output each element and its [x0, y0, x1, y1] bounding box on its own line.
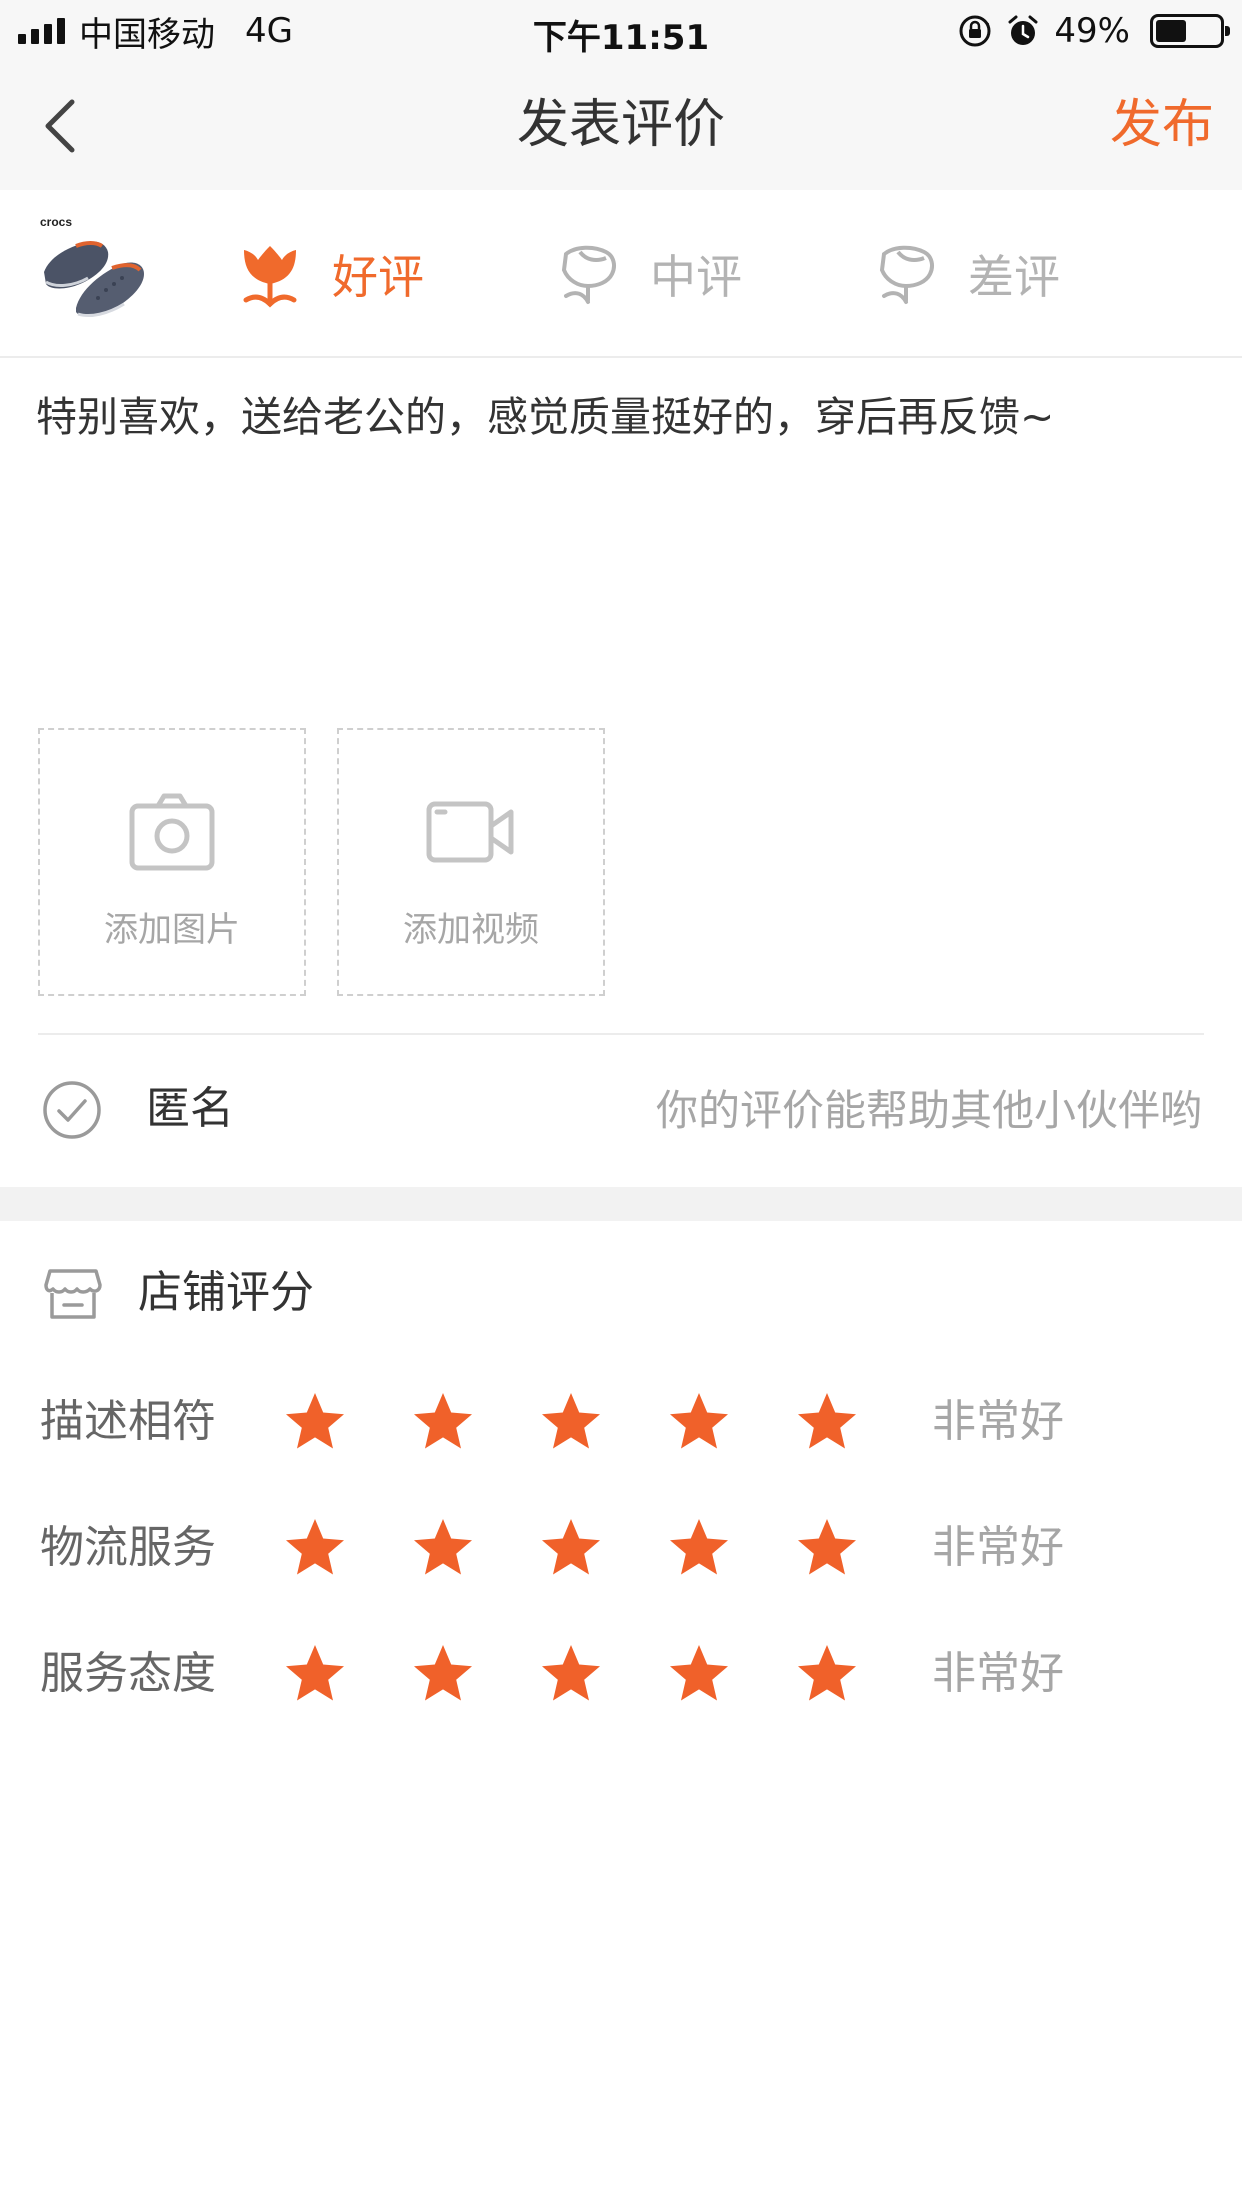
flower-outline-icon — [561, 245, 616, 304]
alarm-icon — [1008, 15, 1038, 45]
star-icon[interactable] — [538, 1390, 604, 1456]
anonymous-row[interactable]: 匿名 你的评价能帮助其他小伙伴哟 — [0, 1035, 1242, 1187]
rating-option-label: 好评 — [332, 250, 424, 304]
score-row-logistics: 物流服务 非常好 — [0, 1486, 1242, 1612]
check-circle-icon[interactable] — [42, 1080, 102, 1140]
score-level: 非常好 — [932, 1396, 1064, 1447]
star-icon[interactable] — [282, 1642, 348, 1708]
score-name: 物流服务 — [40, 1522, 216, 1573]
score-level: 非常好 — [932, 1648, 1064, 1699]
star-icon[interactable] — [410, 1642, 476, 1708]
score-level: 非常好 — [932, 1522, 1064, 1573]
flower-outline-icon — [879, 245, 934, 304]
anonymous-hint: 你的评价能帮助其他小伙伴哟 — [655, 1086, 1202, 1135]
section-separator — [0, 1187, 1242, 1221]
camera-icon — [129, 793, 215, 871]
product-image: crocs — [40, 215, 144, 318]
score-name: 服务态度 — [40, 1648, 216, 1699]
product-thumbnail[interactable]: crocs — [36, 212, 148, 324]
star-icon[interactable] — [666, 1642, 732, 1708]
comment-textarea[interactable]: 特别喜欢，送给老公的，感觉质量挺好的，穿后再反馈~ — [36, 384, 1206, 450]
status-bar: 中国移动 4G 下午11:51 49% — [0, 0, 1242, 62]
shop-rating-header: 店铺评分 — [0, 1221, 1242, 1367]
add-photo-label: 添加图片 — [104, 910, 240, 950]
star-rating[interactable] — [282, 1642, 860, 1708]
star-icon[interactable] — [410, 1390, 476, 1456]
rotation-lock-icon — [959, 15, 991, 47]
rating-option-good[interactable]: 好评 — [238, 236, 424, 312]
publish-button[interactable]: 发布 — [1110, 92, 1214, 158]
rating-option-neutral[interactable]: 中评 — [556, 236, 742, 312]
rating-option-label: 差评 — [968, 250, 1060, 304]
add-photo-button[interactable]: 添加图片 — [38, 728, 306, 996]
star-icon[interactable] — [666, 1516, 732, 1582]
star-icon[interactable] — [282, 1516, 348, 1582]
store-icon — [44, 1269, 102, 1319]
add-video-button[interactable]: 添加视频 — [337, 728, 605, 996]
page-title: 发表评价 — [516, 95, 725, 155]
star-icon[interactable] — [794, 1516, 860, 1582]
shop-rating-title: 店铺评分 — [138, 1267, 314, 1318]
star-icon[interactable] — [794, 1642, 860, 1708]
rating-option-label: 中评 — [650, 250, 742, 304]
battery-icon — [1150, 14, 1230, 48]
flower-icon — [243, 246, 297, 308]
rating-option-bad[interactable]: 差评 — [874, 236, 1060, 312]
star-icon[interactable] — [538, 1516, 604, 1582]
star-rating[interactable] — [282, 1516, 860, 1582]
star-icon[interactable] — [538, 1642, 604, 1708]
battery-fill — [1156, 20, 1186, 42]
anonymous-label: 匿名 — [146, 1083, 234, 1134]
star-icon[interactable] — [410, 1516, 476, 1582]
battery-percent: 49% — [1054, 11, 1130, 51]
star-rating[interactable] — [282, 1390, 860, 1456]
add-video-label: 添加视频 — [403, 910, 539, 950]
video-camera-icon — [426, 801, 514, 863]
score-row-service: 服务态度 非常好 — [0, 1612, 1242, 1738]
star-icon[interactable] — [666, 1390, 732, 1456]
score-name: 描述相符 — [40, 1396, 216, 1447]
score-row-description: 描述相符 非常好 — [0, 1360, 1242, 1486]
status-right: 49% — [958, 10, 1230, 52]
nav-bar: 发表评价 发布 — [0, 62, 1242, 190]
brand-mark: crocs — [40, 215, 72, 229]
star-icon[interactable] — [794, 1390, 860, 1456]
rating-selector: crocs 好评 中评 差评 — [0, 190, 1242, 358]
star-icon[interactable] — [282, 1390, 348, 1456]
